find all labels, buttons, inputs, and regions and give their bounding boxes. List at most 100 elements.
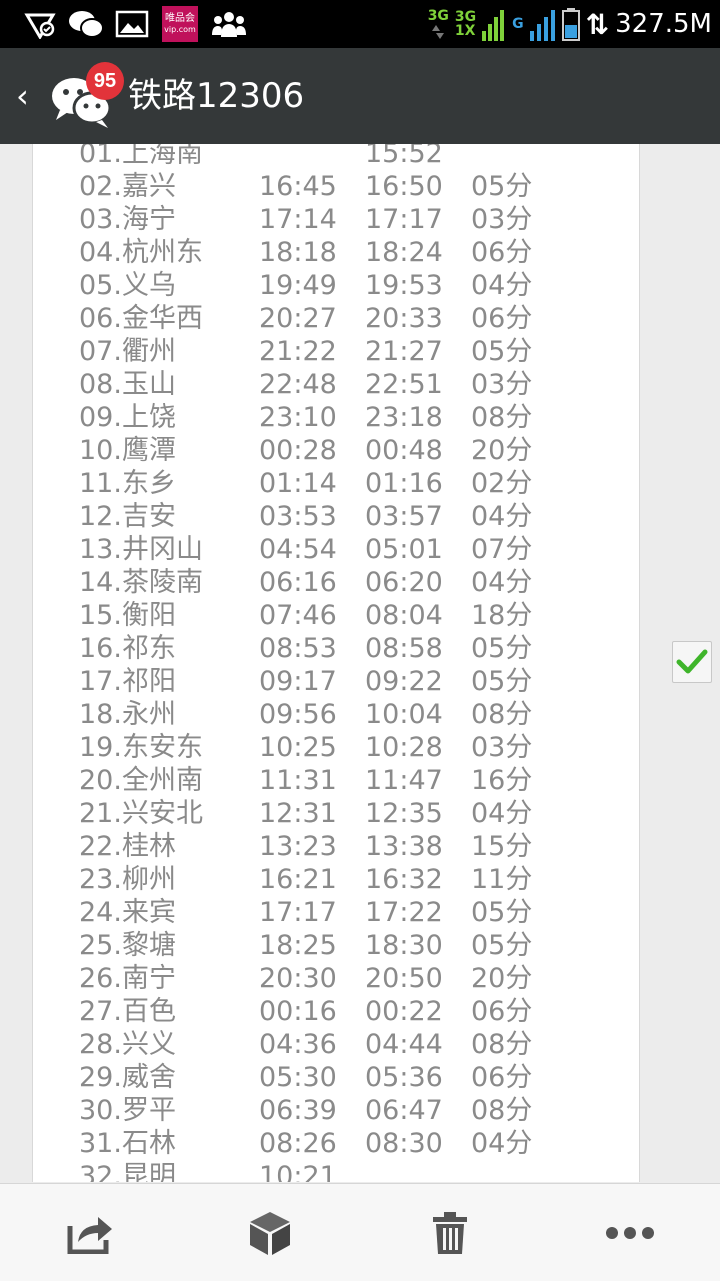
departure-time: 20:50 [365, 963, 443, 994]
stop-duration: 20分 [471, 963, 533, 994]
departure-time: 16:50 [365, 171, 443, 202]
stop-duration: 04分 [471, 798, 533, 829]
arrival-time: 16:45 [259, 171, 337, 202]
station-name: 21.兴安北 [79, 798, 203, 829]
wechat-icon [66, 6, 106, 42]
battery-icon [561, 8, 580, 41]
departure-time: 10:28 [365, 732, 443, 763]
delete-button[interactable] [422, 1208, 478, 1258]
signal-3g-label: 3G [427, 8, 449, 24]
schedule-row: 16.祁东 08:53 08:58 05分 [33, 632, 639, 665]
group-icon [210, 6, 248, 42]
station-name: 24.来宾 [79, 897, 176, 928]
schedule-row: 08.玉山 22:48 22:51 03分 [33, 368, 639, 401]
station-name: 07.衢州 [79, 336, 176, 367]
schedule-row: 10.鹰潭 00:28 00:48 20分 [33, 434, 639, 467]
station-name: 29.威舍 [79, 1062, 176, 1093]
station-name: 32.昆明 [79, 1161, 176, 1182]
chat-header: ‹ 95 铁路12306 [0, 48, 720, 144]
departure-time: 00:22 [365, 996, 443, 1027]
arrival-time: 23:10 [259, 402, 337, 433]
departure-time: 08:30 [365, 1128, 443, 1159]
stop-duration: 04分 [471, 567, 533, 598]
departure-time: 05:36 [365, 1062, 443, 1093]
signal-g-label: G [512, 16, 524, 32]
signal-3g-top: 3G [454, 9, 477, 25]
departure-time: 06:20 [365, 567, 443, 598]
stop-duration: 08分 [471, 1095, 533, 1126]
schedule-row: 06.金华西 20:27 20:33 06分 [33, 302, 639, 335]
departure-time: 19:53 [365, 270, 443, 301]
station-name: 13.井冈山 [79, 534, 203, 565]
image-icon [114, 6, 150, 42]
departure-time: 12:35 [365, 798, 443, 829]
stop-duration: 06分 [471, 996, 533, 1027]
schedule-card[interactable]: 01.上海南 15:52 02.嘉兴 16:45 16:50 05分 03.海宁 17:14 1… [32, 144, 640, 1182]
departure-time: 17:17 [365, 204, 443, 235]
stop-duration: 03分 [471, 369, 533, 400]
schedule-row: 28.兴义 04:36 04:44 08分 [33, 1028, 639, 1061]
stop-duration: 05分 [471, 171, 533, 202]
departure-time: 18:30 [365, 930, 443, 961]
station-name: 03.海宁 [79, 204, 176, 235]
stop-duration: 03分 [471, 732, 533, 763]
schedule-row: 14.茶陵南 06:16 06:20 04分 [33, 566, 639, 599]
signal-3g1x: 3G 1X [455, 10, 476, 38]
station-name: 15.衡阳 [79, 600, 176, 631]
station-name: 27.百色 [79, 996, 176, 1027]
stop-duration: 04分 [471, 501, 533, 532]
arrival-time: 22:48 [259, 369, 337, 400]
arrival-time: 04:36 [259, 1029, 337, 1060]
station-name: 31.石林 [79, 1128, 176, 1159]
station-name: 01.上海南 [79, 144, 203, 169]
trash-icon [433, 1212, 467, 1254]
stop-duration: 15分 [471, 831, 533, 862]
signal-bars-blue-icon [529, 10, 555, 41]
favorite-button[interactable] [242, 1208, 298, 1258]
station-name: 05.义乌 [79, 270, 176, 301]
schedule-row: 30.罗平 06:39 06:47 08分 [33, 1094, 639, 1127]
stop-duration: 08分 [471, 402, 533, 433]
schedule-row: 23.柳州 16:21 16:32 11分 [33, 863, 639, 896]
arrival-time: 13:23 [259, 831, 337, 862]
arrival-time: 01:14 [259, 468, 337, 499]
share-button[interactable] [62, 1208, 118, 1258]
more-icon [606, 1227, 654, 1239]
arrival-time: 18:25 [259, 930, 337, 961]
schedule-row: 18.永州 09:56 10:04 08分 [33, 698, 639, 731]
arrival-time: 11:31 [259, 765, 337, 796]
schedule-row: 24.来宾 17:17 17:22 05分 [33, 896, 639, 929]
arrival-time: 00:28 [259, 435, 337, 466]
schedule-row: 20.全州南 11:31 11:47 16分 [33, 764, 639, 797]
stop-duration: 11分 [471, 864, 533, 895]
arrival-time: 10:21 [259, 1161, 337, 1182]
station-name: 11.东乡 [79, 468, 176, 499]
stop-duration: 06分 [471, 303, 533, 334]
back-button[interactable]: ‹ [16, 78, 29, 114]
departure-time: 04:44 [365, 1029, 443, 1060]
schedule-row: 26.南宁 20:30 20:50 20分 [33, 962, 639, 995]
departure-time: 17:22 [365, 897, 443, 928]
signal-g: G [512, 17, 524, 31]
more-button[interactable] [602, 1208, 658, 1258]
stop-duration: 07分 [471, 534, 533, 565]
arrival-time: 06:16 [259, 567, 337, 598]
vip-label-top: 唯品会 [165, 13, 195, 24]
stop-duration: 05分 [471, 633, 533, 664]
departure-time: 01:16 [365, 468, 443, 499]
arrival-time: 17:14 [259, 204, 337, 235]
station-name: 22.桂林 [79, 831, 176, 862]
select-checkbox[interactable] [672, 641, 712, 683]
schedule-row: 22.桂林 13:23 13:38 15分 [33, 830, 639, 863]
schedule-row: 19.东安东 10:25 10:28 03分 [33, 731, 639, 764]
stop-duration: 03分 [471, 204, 533, 235]
departure-time: 08:04 [365, 600, 443, 631]
share-icon [67, 1217, 112, 1254]
stop-duration: 06分 [471, 237, 533, 268]
arrival-time: 16:21 [259, 864, 337, 895]
departure-time: 00:48 [365, 435, 443, 466]
departure-time: 10:04 [365, 699, 443, 730]
station-name: 08.玉山 [79, 369, 176, 400]
stop-duration: 16分 [471, 765, 533, 796]
station-name: 12.吉安 [79, 501, 176, 532]
